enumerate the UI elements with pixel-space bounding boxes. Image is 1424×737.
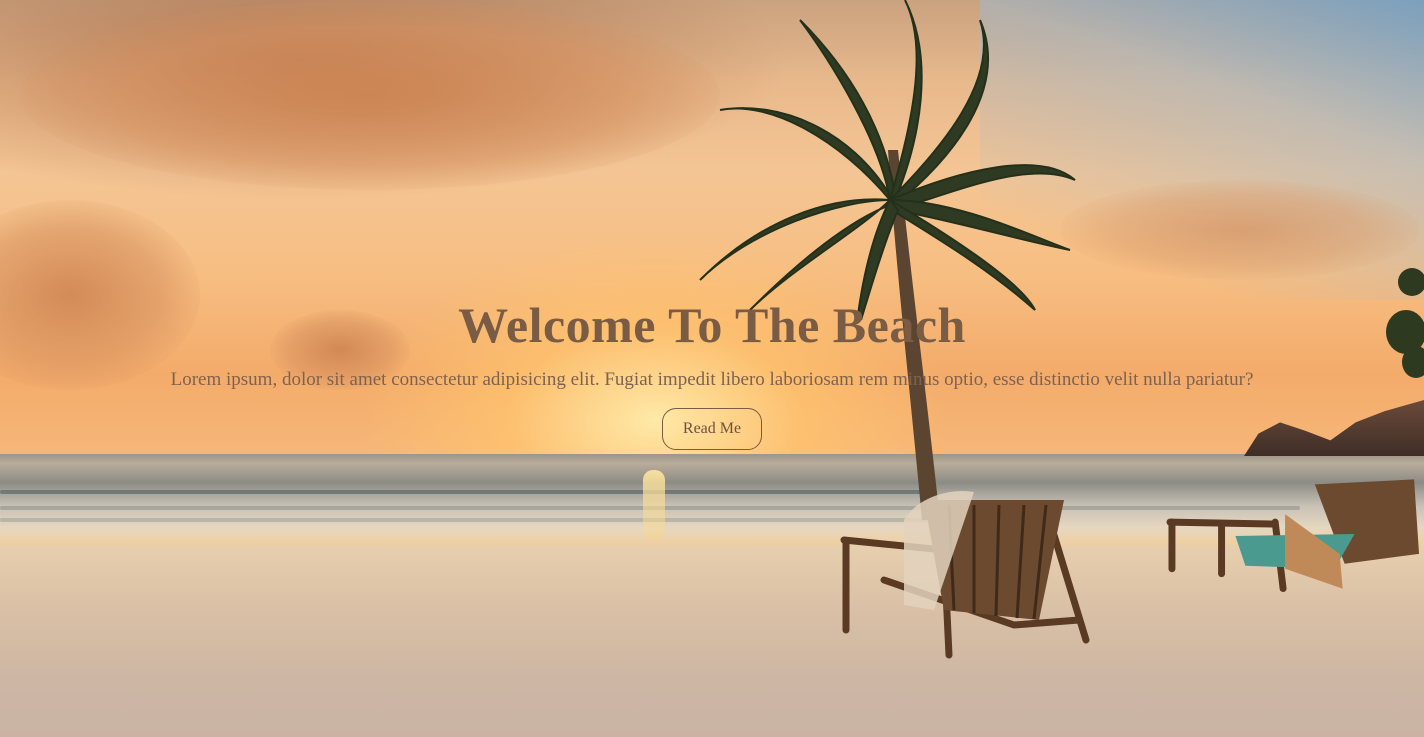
palm-leaves-icon <box>699 0 1076 320</box>
beach-chair-icon <box>1166 479 1420 593</box>
hero-content: Welcome To The Beach Lorem ipsum, dolor … <box>0 296 1424 450</box>
hero-subtitle: Lorem ipsum, dolor sit amet consectetur … <box>170 369 1254 390</box>
wave <box>0 490 930 494</box>
beach-chair-icon <box>840 490 1090 659</box>
cloud <box>20 0 720 190</box>
hero-section: Welcome To The Beach Lorem ipsum, dolor … <box>0 0 1424 737</box>
sun-reflection <box>643 470 665 540</box>
hero-title: Welcome To The Beach <box>458 297 966 353</box>
cloud <box>1060 180 1420 280</box>
read-me-button[interactable]: Read Me <box>662 408 762 450</box>
